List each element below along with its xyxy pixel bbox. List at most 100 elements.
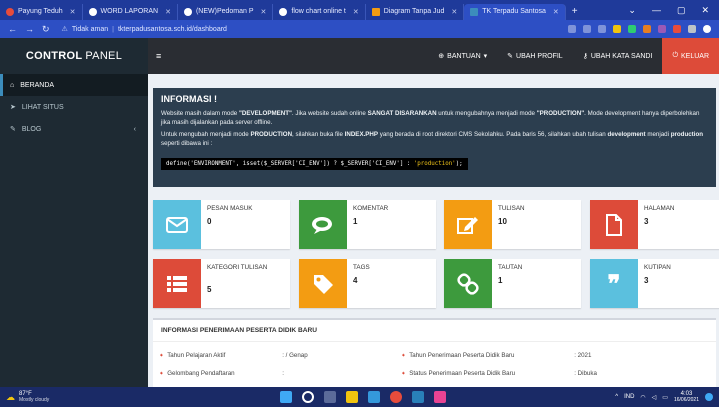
browser-tab[interactable]: Diagram Tanpa Jud ✕	[366, 3, 465, 20]
profile-icon[interactable]	[703, 25, 711, 33]
weather-widget[interactable]: ☁ 87°F Mostly cloudy	[0, 391, 49, 403]
admission-row: ➧ Tahun Pelajaran Aktif: / Genap	[159, 352, 308, 359]
info-callout: INFORMASI ! Website masih dalam mode "DE…	[153, 88, 716, 187]
admission-label: Tahun Pelajaran Aktif	[167, 352, 226, 359]
windows-start-icon[interactable]	[280, 391, 292, 403]
close-tab-icon[interactable]: ✕	[165, 8, 171, 16]
logout-label: KELUAR	[680, 52, 709, 60]
stat-card-tautan[interactable]: TAUTAN 1	[444, 259, 581, 308]
app-icon[interactable]	[434, 391, 446, 403]
new-tab-button[interactable]: +	[566, 4, 584, 20]
stat-card-halaman[interactable]: HALAMAN 3	[590, 200, 719, 249]
edit-icon: ✎	[507, 53, 514, 60]
menu-toggle-icon[interactable]: ≡	[156, 51, 161, 61]
stat-card-pesan-masuk[interactable]: PESAN MASUK 0	[153, 200, 290, 249]
minimize-icon[interactable]: —	[652, 5, 661, 16]
wifi-icon[interactable]: ◠	[640, 394, 645, 401]
admission-row: ➧ Status Penerimaan Peserta Didik Baru: D…	[401, 370, 597, 377]
browser-tab[interactable]: WORD LAPORAN ✕	[83, 3, 178, 20]
battery-icon[interactable]: ▭	[662, 394, 668, 401]
reload-icon[interactable]: ↻	[42, 24, 50, 35]
text-bold: development	[607, 131, 646, 138]
stat-value: 3	[644, 276, 649, 285]
volume-icon[interactable]: ◁	[652, 394, 657, 401]
stat-card-kutipan[interactable]: ❞ KUTIPAN 3	[590, 259, 719, 308]
stat-value: 4	[353, 276, 358, 285]
browser-tab[interactable]: Payung Teduh ✕	[0, 3, 83, 20]
browser-tab[interactable]: (NEW)Pedoman P ✕	[178, 3, 274, 20]
extension-icon[interactable]	[628, 25, 636, 33]
chrome-icon[interactable]	[390, 391, 402, 403]
home-icon: ⌂	[10, 81, 15, 89]
cloud-icon: ☁	[6, 391, 15, 402]
url-text: tkterpadusantosa.sch.id/dashboard	[117, 25, 227, 33]
star-icon[interactable]	[598, 25, 606, 33]
back-icon[interactable]: ←	[8, 24, 17, 35]
logout-button[interactable]: ⏻ KELUAR	[662, 38, 719, 74]
extension-icon[interactable]	[673, 25, 681, 33]
admission-info-panel: INFORMASI PENERIMAAN PESERTA DIDIK BARU …	[153, 318, 716, 387]
comments-icon	[299, 200, 347, 249]
sidebar: ⌂ BERANDA ➤ LIHAT SITUS ✎ BLOG ‹	[0, 74, 148, 387]
clock[interactable]: 4:03 16/06/2021	[674, 391, 699, 403]
stat-value: 3	[644, 217, 649, 226]
store-icon[interactable]	[368, 391, 380, 403]
admission-value: : 2021	[574, 352, 592, 359]
close-tab-icon[interactable]: ✕	[451, 8, 457, 16]
info-paragraph-2: Untuk mengubah menjadi mode PRODUCTION, …	[161, 131, 708, 148]
code-highlight: 'production'	[413, 161, 456, 167]
close-tab-icon[interactable]: ✕	[353, 8, 359, 16]
change-password-link[interactable]: ⚷ UBAH KATA SANDI	[573, 38, 663, 74]
tab-label: (NEW)Pedoman P	[195, 8, 254, 15]
stat-card-tags[interactable]: TAGS 4	[299, 259, 436, 308]
vscode-icon[interactable]	[412, 391, 424, 403]
notification-icon[interactable]	[705, 393, 713, 401]
browser-tab-active[interactable]: TK Terpadu Santosa ✕	[464, 3, 566, 20]
text-bold: PRODUCTION	[250, 131, 293, 138]
extension-icon[interactable]	[643, 25, 651, 33]
browser-tab-bar: Payung Teduh ✕ WORD LAPORAN ✕ (NEW)Pedoman…	[0, 0, 719, 20]
stat-label: HALAMAN	[644, 205, 675, 212]
key-icon[interactable]	[568, 25, 576, 33]
sidebar-item-lihat-situs[interactable]: ➤ LIHAT SITUS	[0, 96, 148, 118]
language-indicator[interactable]: IND	[624, 394, 634, 400]
stat-value: 1	[498, 276, 503, 285]
tab-label: TK Terpadu Santosa	[482, 8, 546, 15]
task-view-icon[interactable]	[324, 391, 336, 403]
stat-card-tulisan[interactable]: TULISAN 10	[444, 200, 581, 249]
caret-down-icon: ▾	[483, 53, 488, 60]
close-tab-icon[interactable]: ✕	[70, 8, 76, 16]
close-tab-icon[interactable]: ✕	[553, 8, 559, 16]
taskbar-apps	[280, 391, 446, 403]
stat-card-komentar[interactable]: KOMENTAR 1	[299, 200, 436, 249]
close-icon[interactable]: ✕	[701, 5, 709, 16]
stat-card-kategori-tulisan[interactable]: KATEGORI TULISAN 5	[153, 259, 290, 308]
sidebar-item-beranda[interactable]: ⌂ BERANDA	[0, 74, 148, 96]
puzzle-icon[interactable]	[688, 25, 696, 33]
file-icon	[590, 200, 638, 249]
help-menu[interactable]: ⊕ BANTUAN ▾	[428, 38, 497, 74]
extension-icon[interactable]	[658, 25, 666, 33]
clock-date: 16/06/2021	[673, 397, 699, 403]
file-explorer-icon[interactable]	[346, 391, 358, 403]
stat-label: KOMENTAR	[353, 205, 389, 212]
extension-icon[interactable]	[613, 25, 621, 33]
maximize-icon[interactable]: ▢	[677, 5, 686, 16]
tab-label: WORD LAPORAN	[100, 8, 159, 15]
blog-icon: ✎	[10, 126, 16, 133]
forward-icon[interactable]: →	[25, 24, 34, 35]
code-text: );	[455, 161, 463, 167]
circle-arrow-icon: ➧	[401, 352, 407, 359]
chevron-up-icon[interactable]: ^	[615, 394, 618, 400]
edit-profile-link[interactable]: ✎ UBAH PROFIL	[497, 38, 573, 74]
circle-arrow-icon: ➧	[401, 370, 407, 377]
search-icon[interactable]	[302, 391, 314, 403]
close-tab-icon[interactable]: ✕	[261, 8, 267, 16]
brand-logo[interactable]: CONTROL PANEL	[0, 38, 148, 74]
sidebar-item-blog[interactable]: ✎ BLOG ‹	[0, 118, 148, 140]
share-icon[interactable]	[583, 25, 591, 33]
url-field[interactable]: ⚠ Tidak aman | tkterpadusantosa.sch.id/d…	[62, 25, 227, 34]
text: seperti dibawa ini :	[161, 139, 213, 147]
chevron-down-icon[interactable]: ⌄	[628, 5, 636, 16]
browser-tab[interactable]: flow chart online t ✕	[273, 3, 366, 20]
